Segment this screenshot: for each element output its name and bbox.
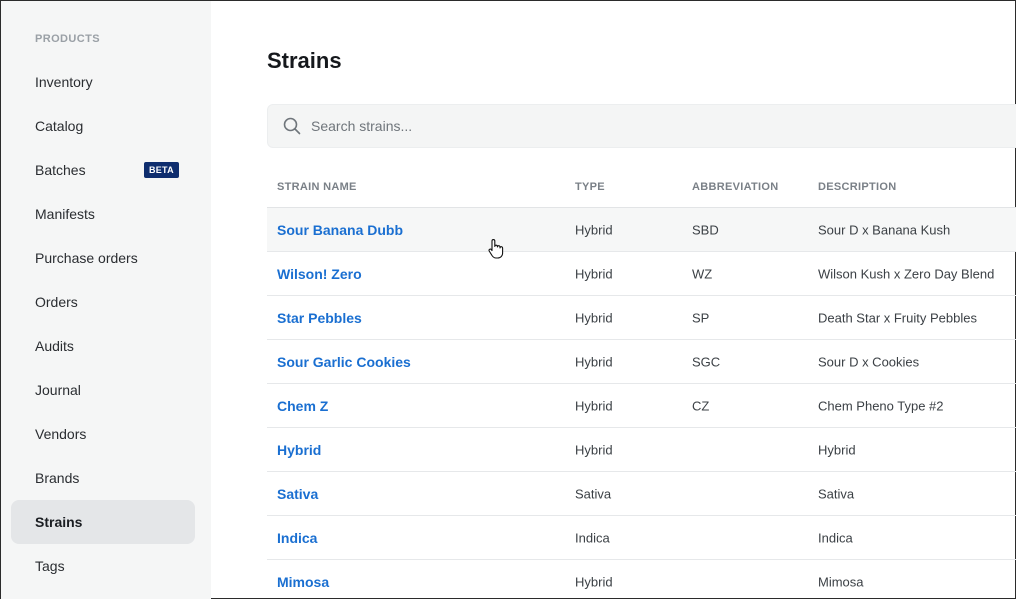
- strain-name-link[interactable]: Sour Banana Dubb: [277, 222, 403, 238]
- column-header-abbreviation[interactable]: ABBREVIATION: [692, 181, 779, 193]
- strains-table: STRAIN NAME TYPE ABBREVIATION DESCRIPTIO…: [267, 166, 1016, 599]
- sidebar-item-strains[interactable]: Strains: [11, 500, 195, 544]
- search-input[interactable]: [311, 105, 911, 147]
- strain-name-link[interactable]: Hybrid: [277, 442, 321, 458]
- sidebar-item-tags[interactable]: Tags: [11, 544, 195, 588]
- table-row[interactable]: Indica Indica Indica: [267, 516, 1016, 560]
- strain-abbreviation: CZ: [692, 398, 710, 413]
- strain-type: Hybrid: [575, 310, 613, 325]
- strain-name-link[interactable]: Mimosa: [277, 574, 329, 590]
- sidebar-item-label: Manifests: [35, 206, 95, 222]
- sidebar-item-vendors[interactable]: Vendors: [11, 412, 195, 456]
- strain-name-link[interactable]: Sour Garlic Cookies: [277, 354, 411, 370]
- sidebar-item-label: Purchase orders: [35, 250, 138, 266]
- strain-abbreviation: SGC: [692, 354, 721, 369]
- strain-description: Mimosa: [818, 574, 864, 589]
- search-icon: [283, 117, 301, 135]
- strain-description: Indica: [818, 530, 853, 545]
- sidebar-item-purchase-orders[interactable]: Purchase orders: [11, 236, 195, 280]
- sidebar-item-audits[interactable]: Audits: [11, 324, 195, 368]
- sidebar-item-batches[interactable]: Batches BETA: [11, 148, 195, 192]
- table-row[interactable]: Hybrid Hybrid Hybrid: [267, 428, 1016, 472]
- table-row[interactable]: Sour Banana Dubb Hybrid SBD Sour D x Ban…: [267, 208, 1016, 252]
- table-row[interactable]: Star Pebbles Hybrid SP Death Star x Frui…: [267, 296, 1016, 340]
- table-row[interactable]: Wilson! Zero Hybrid WZ Wilson Kush x Zer…: [267, 252, 1016, 296]
- strain-name-link[interactable]: Chem Z: [277, 398, 328, 414]
- sidebar-item-manifests[interactable]: Manifests: [11, 192, 195, 236]
- table-row[interactable]: Sativa Sativa Sativa: [267, 472, 1016, 516]
- sidebar-item-label: Orders: [35, 294, 78, 310]
- strain-name-link[interactable]: Wilson! Zero: [277, 266, 362, 282]
- strain-abbreviation: SP: [692, 310, 710, 325]
- strain-type: Hybrid: [575, 266, 613, 281]
- table-row[interactable]: Chem Z Hybrid CZ Chem Pheno Type #2: [267, 384, 1016, 428]
- sidebar-item-label: Catalog: [35, 118, 84, 134]
- sidebar-item-label: Vendors: [35, 426, 87, 442]
- strain-type: Hybrid: [575, 354, 613, 369]
- strain-name-link[interactable]: Sativa: [277, 486, 318, 502]
- strain-type: Sativa: [575, 486, 612, 501]
- beta-badge: BETA: [143, 162, 179, 178]
- strain-description: Chem Pheno Type #2: [818, 398, 944, 413]
- sidebar: PRODUCTS Inventory Catalog Batches BETA …: [1, 1, 211, 599]
- hand-cursor-icon: [488, 239, 504, 259]
- column-header-strain-name[interactable]: STRAIN NAME: [277, 181, 357, 193]
- strain-description: Sour D x Cookies: [818, 354, 920, 369]
- strain-name-link[interactable]: Star Pebbles: [277, 310, 362, 326]
- sidebar-item-inventory[interactable]: Inventory: [11, 60, 195, 104]
- sidebar-section-label: PRODUCTS: [35, 33, 100, 45]
- strain-type: Hybrid: [575, 398, 613, 413]
- strain-description: Death Star x Fruity Pebbles: [818, 310, 977, 325]
- sidebar-item-label: Inventory: [35, 74, 93, 90]
- main-content: Strains STRAIN NAME TYPE ABBREVIATION DE…: [267, 1, 1016, 599]
- strain-abbreviation: WZ: [692, 266, 713, 281]
- sidebar-item-label: Batches: [35, 162, 86, 178]
- sidebar-item-journal[interactable]: Journal: [11, 368, 195, 412]
- sidebar-item-label: Journal: [35, 382, 81, 398]
- sidebar-nav: Inventory Catalog Batches BETA Manifests…: [11, 60, 195, 588]
- sidebar-item-brands[interactable]: Brands: [11, 456, 195, 500]
- column-header-type[interactable]: TYPE: [575, 181, 605, 193]
- sidebar-item-orders[interactable]: Orders: [11, 280, 195, 324]
- strain-type: Indica: [575, 530, 610, 545]
- strain-description: Hybrid: [818, 442, 856, 457]
- table-header: STRAIN NAME TYPE ABBREVIATION DESCRIPTIO…: [267, 166, 1016, 208]
- strain-description: Sour D x Banana Kush: [818, 222, 951, 237]
- table-row[interactable]: Mimosa Hybrid Mimosa: [267, 560, 1016, 599]
- sidebar-item-label: Audits: [35, 338, 74, 354]
- sidebar-item-label: Tags: [35, 558, 65, 574]
- sidebar-item-label: Brands: [35, 470, 80, 486]
- column-header-description[interactable]: DESCRIPTION: [818, 181, 896, 193]
- table-row[interactable]: Sour Garlic Cookies Hybrid SGC Sour D x …: [267, 340, 1016, 384]
- strain-type: Hybrid: [575, 222, 613, 237]
- strain-description: Sativa: [818, 486, 855, 501]
- search-bar: [267, 104, 1016, 148]
- strain-type: Hybrid: [575, 574, 613, 589]
- strain-type: Hybrid: [575, 442, 613, 457]
- strain-description: Wilson Kush x Zero Day Blend: [818, 266, 995, 281]
- page-title: Strains: [267, 48, 342, 73]
- sidebar-item-label: Strains: [35, 514, 83, 530]
- strain-abbreviation: SBD: [692, 222, 719, 237]
- strain-name-link[interactable]: Indica: [277, 530, 317, 546]
- sidebar-item-catalog[interactable]: Catalog: [11, 104, 195, 148]
